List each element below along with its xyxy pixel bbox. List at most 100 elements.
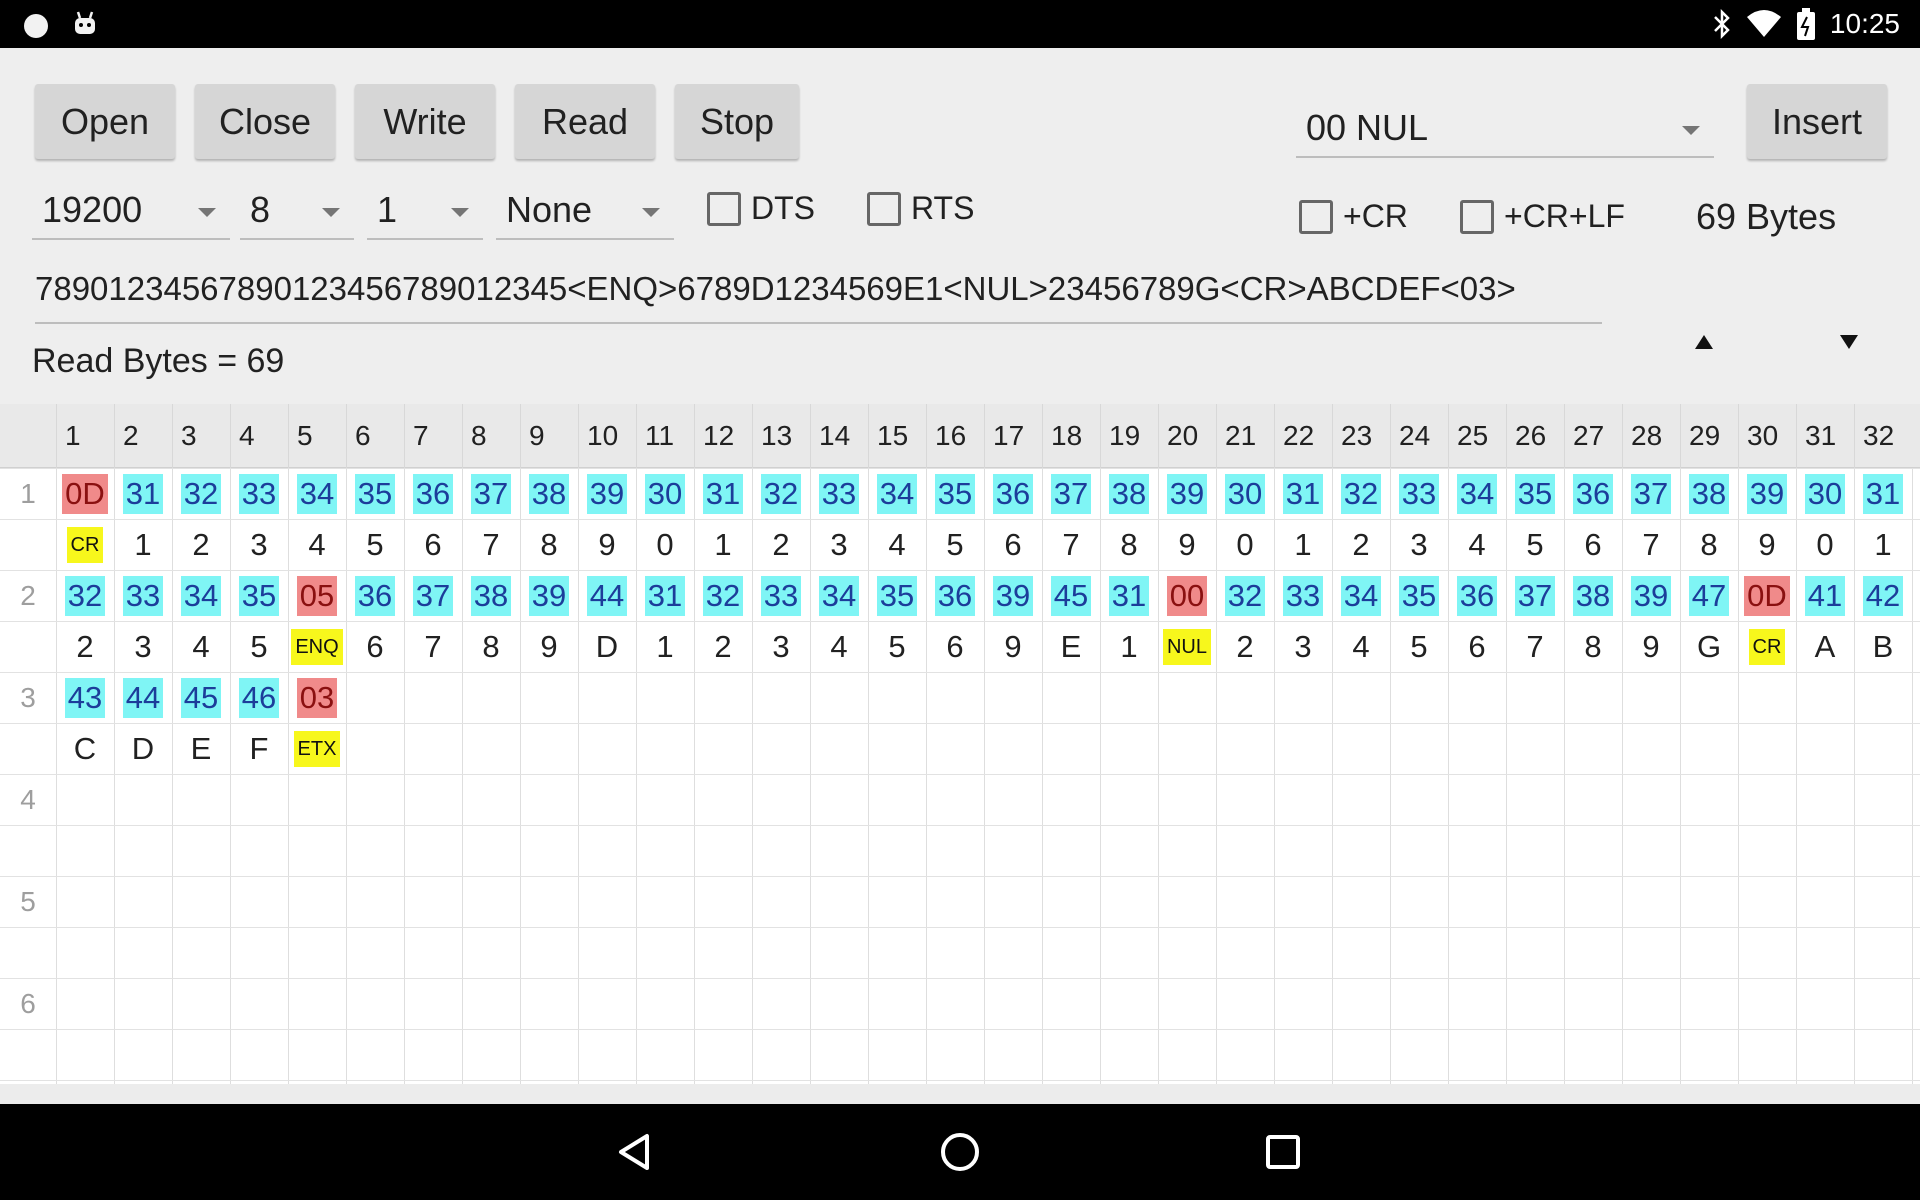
- checkbox-box[interactable]: [707, 191, 741, 226]
- char-cell[interactable]: E: [1042, 621, 1100, 672]
- char-cell[interactable]: 5: [868, 621, 926, 672]
- char-cell[interactable]: 5: [926, 519, 984, 570]
- char-cell[interactable]: 1: [694, 519, 752, 570]
- hex-cell[interactable]: 35: [1506, 468, 1564, 519]
- home-button[interactable]: [912, 1104, 1008, 1200]
- char-cell[interactable]: ENQ: [288, 621, 346, 672]
- baud-rate-dropdown[interactable]: 19200: [32, 180, 230, 240]
- hex-cell[interactable]: 0D: [56, 468, 114, 519]
- char-cell[interactable]: 3: [752, 621, 810, 672]
- hex-cell[interactable]: 34: [1332, 570, 1390, 621]
- char-cell[interactable]: 1: [636, 621, 694, 672]
- hex-cell[interactable]: 33: [114, 570, 172, 621]
- char-cell[interactable]: 0: [1796, 519, 1854, 570]
- hex-cell[interactable]: 34: [172, 570, 230, 621]
- char-cell[interactable]: 5: [230, 621, 288, 672]
- char-cell[interactable]: D: [578, 621, 636, 672]
- char-cell[interactable]: 9: [520, 621, 578, 672]
- char-cell[interactable]: 2: [752, 519, 810, 570]
- hex-cell[interactable]: 44: [578, 570, 636, 621]
- char-cell[interactable]: CR: [56, 519, 114, 570]
- char-cell[interactable]: 3: [1274, 621, 1332, 672]
- read-button[interactable]: Read: [515, 84, 655, 159]
- hex-cell[interactable]: 38: [1564, 570, 1622, 621]
- char-cell[interactable]: 9: [1738, 519, 1796, 570]
- hex-cell[interactable]: 45: [172, 672, 230, 723]
- char-cell[interactable]: 8: [1564, 621, 1622, 672]
- data-bits-dropdown[interactable]: 8: [240, 180, 354, 240]
- hex-cell[interactable]: 31: [114, 468, 172, 519]
- hex-cell[interactable]: 00: [1158, 570, 1216, 621]
- char-cell[interactable]: 5: [1506, 519, 1564, 570]
- char-cell[interactable]: 4: [1448, 519, 1506, 570]
- hex-cell[interactable]: 44: [114, 672, 172, 723]
- hex-cell[interactable]: 37: [462, 468, 520, 519]
- hex-cell[interactable]: 35: [1390, 570, 1448, 621]
- hex-cell[interactable]: 03: [288, 672, 346, 723]
- hex-cell[interactable]: 05: [288, 570, 346, 621]
- char-cell[interactable]: 2: [694, 621, 752, 672]
- hex-cell[interactable]: 34: [868, 468, 926, 519]
- hex-cell[interactable]: 39: [578, 468, 636, 519]
- char-cell[interactable]: 5: [346, 519, 404, 570]
- char-cell[interactable]: 3: [114, 621, 172, 672]
- cr-checkbox[interactable]: +CR: [1299, 198, 1408, 235]
- hex-grid[interactable]: 1 2 3 4 5 6 7 8 9 10 11 12 13 14 15 16 17 18 19 20 21 22 23 24 2…: [0, 404, 1920, 1084]
- hex-cell[interactable]: 41: [1796, 570, 1854, 621]
- char-cell[interactable]: 8: [1100, 519, 1158, 570]
- hex-cell[interactable]: 36: [1448, 570, 1506, 621]
- hex-cell[interactable]: 31: [1100, 570, 1158, 621]
- char-cell[interactable]: 1: [114, 519, 172, 570]
- hex-cell[interactable]: 43: [56, 672, 114, 723]
- hex-cell[interactable]: 36: [404, 468, 462, 519]
- hex-cell[interactable]: 35: [346, 468, 404, 519]
- hex-cell[interactable]: 31: [1854, 468, 1912, 519]
- hex-cell[interactable]: 46: [230, 672, 288, 723]
- stop-bits-dropdown[interactable]: 1: [367, 180, 483, 240]
- hex-cell[interactable]: 36: [984, 468, 1042, 519]
- crlf-checkbox[interactable]: +CR+LF: [1460, 198, 1625, 235]
- hex-cell[interactable]: 37: [1042, 468, 1100, 519]
- char-cell[interactable]: B: [1854, 621, 1912, 672]
- hex-cell[interactable]: 0D: [1738, 570, 1796, 621]
- char-cell[interactable]: 3: [810, 519, 868, 570]
- char-cell[interactable]: 9: [984, 621, 1042, 672]
- hex-cell[interactable]: 33: [1274, 570, 1332, 621]
- hex-cell[interactable]: 31: [694, 468, 752, 519]
- char-cell[interactable]: ETX: [288, 723, 346, 774]
- recents-button[interactable]: [1235, 1104, 1331, 1200]
- char-cell[interactable]: 8: [1680, 519, 1738, 570]
- insert-button[interactable]: Insert: [1747, 84, 1887, 159]
- dts-checkbox[interactable]: DTS: [707, 190, 815, 227]
- hex-cell[interactable]: 39: [1622, 570, 1680, 621]
- char-cell[interactable]: 4: [172, 621, 230, 672]
- char-cell[interactable]: 5: [1390, 621, 1448, 672]
- char-cell[interactable]: F: [230, 723, 288, 774]
- char-cell[interactable]: 2: [172, 519, 230, 570]
- hex-cell[interactable]: 38: [520, 468, 578, 519]
- char-cell[interactable]: 3: [230, 519, 288, 570]
- char-cell[interactable]: C: [56, 723, 114, 774]
- hex-cell[interactable]: 32: [172, 468, 230, 519]
- char-cell[interactable]: 1: [1854, 519, 1912, 570]
- checkbox-box[interactable]: [867, 191, 901, 226]
- hex-cell[interactable]: 32: [1216, 570, 1274, 621]
- char-cell[interactable]: 4: [1332, 621, 1390, 672]
- hex-cell[interactable]: 33: [752, 570, 810, 621]
- hex-cell[interactable]: 31: [1274, 468, 1332, 519]
- hex-cell[interactable]: 39: [1738, 468, 1796, 519]
- char-cell[interactable]: 8: [462, 621, 520, 672]
- char-cell[interactable]: 6: [984, 519, 1042, 570]
- hex-cell[interactable]: 39: [1158, 468, 1216, 519]
- hex-cell[interactable]: 30: [1216, 468, 1274, 519]
- char-cell[interactable]: 8: [520, 519, 578, 570]
- char-cell[interactable]: A: [1796, 621, 1854, 672]
- hex-cell[interactable]: 33: [1390, 468, 1448, 519]
- hex-cell[interactable]: 33: [810, 468, 868, 519]
- char-cell[interactable]: 9: [1158, 519, 1216, 570]
- hex-cell[interactable]: 47: [1680, 570, 1738, 621]
- hex-cell[interactable]: 35: [230, 570, 288, 621]
- hex-cell[interactable]: 37: [404, 570, 462, 621]
- hex-cell[interactable]: 34: [1448, 468, 1506, 519]
- data-input-field[interactable]: 78901234567890123456789012345<ENQ>6789D1…: [35, 270, 1602, 324]
